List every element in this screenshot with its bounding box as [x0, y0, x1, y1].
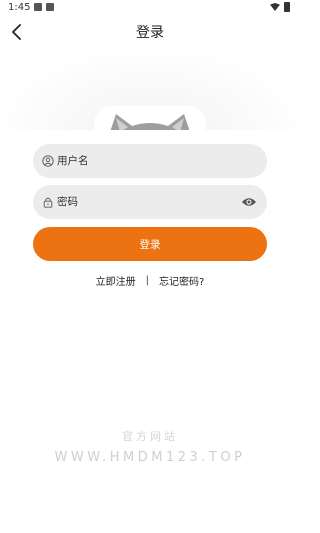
header: 登录 [0, 16, 300, 50]
battery-icon [284, 2, 290, 12]
register-link[interactable]: 立即注册 [96, 273, 136, 288]
a-notification-icon [46, 3, 54, 11]
password-input[interactable] [57, 185, 240, 219]
link-separator: | [145, 275, 150, 286]
cat-avatar-icon [110, 114, 190, 130]
image-icon [34, 3, 42, 11]
login-button[interactable]: 登录 [33, 227, 267, 261]
username-input[interactable] [57, 144, 267, 178]
watermark-url: WWW.HMDM123.TOP [54, 450, 246, 465]
page-title: 登录 [136, 25, 164, 41]
eye-icon [242, 198, 256, 206]
avatar [94, 106, 206, 130]
auth-links: 立即注册 | 忘记密码? [0, 273, 300, 288]
lock-icon [42, 196, 54, 208]
forgot-password-link[interactable]: 忘记密码? [159, 273, 204, 288]
password-field[interactable] [33, 185, 267, 219]
hero-banner [0, 50, 300, 130]
wifi-icon [270, 3, 280, 11]
show-password-toggle[interactable] [240, 193, 258, 211]
status-bar: 1:45 [0, 0, 300, 16]
status-time: 1:45 [8, 2, 31, 13]
user-icon [42, 155, 54, 167]
username-field[interactable] [33, 144, 267, 178]
watermark-cn: 官方网站 [122, 430, 178, 443]
